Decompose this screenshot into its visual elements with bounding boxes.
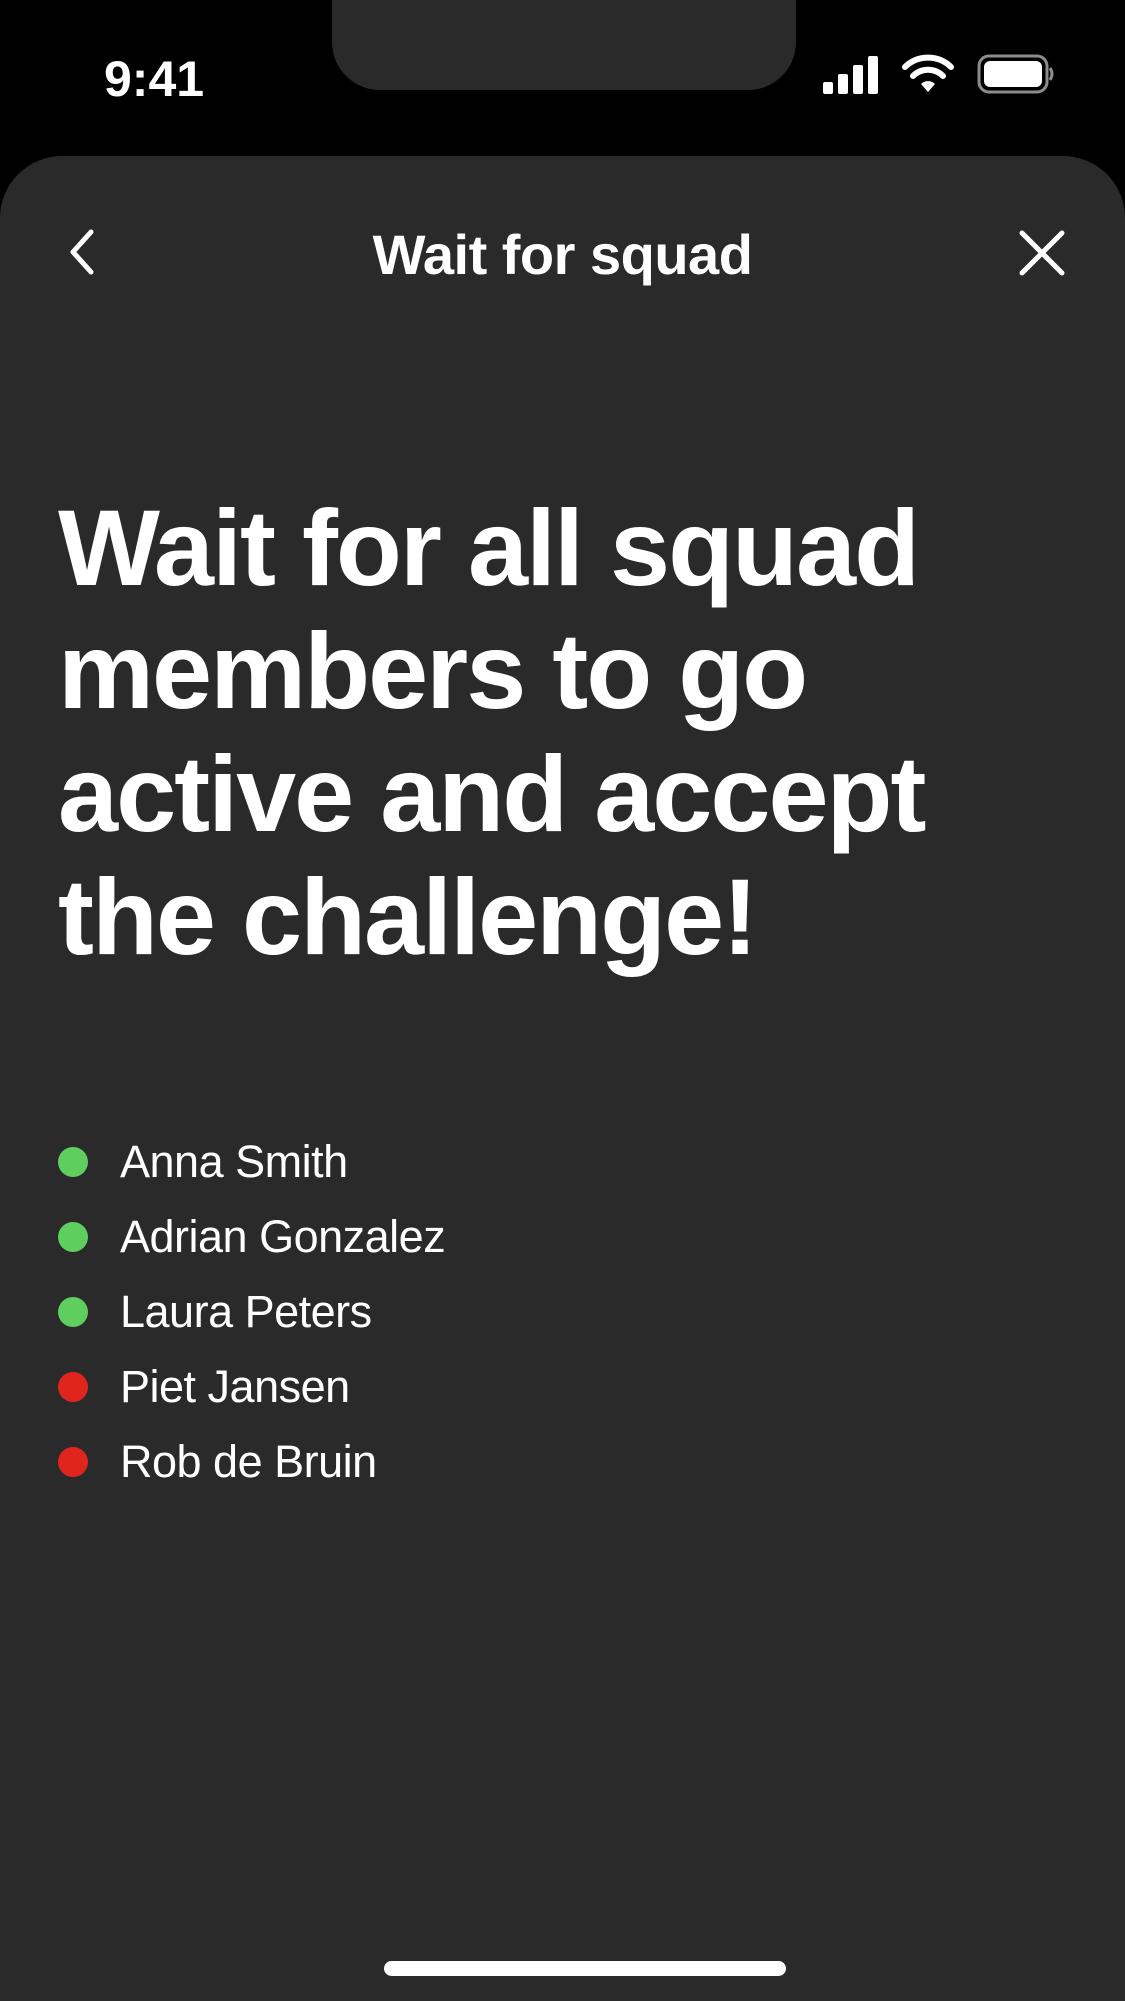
list-item: Anna Smith [58,1124,445,1199]
status-dot-icon [58,1371,88,1402]
member-name: Rob de Bruin [120,1435,377,1487]
cellular-signal-icon [823,54,879,99]
status-bar: 9:41 [0,0,1125,150]
list-item: Laura Peters [58,1274,445,1349]
list-item: Piet Jansen [58,1349,445,1424]
nav-bar: Wait for squad [0,156,1125,356]
device-notch [332,0,796,90]
status-icons [823,54,1055,99]
list-item: Rob de Bruin [58,1424,445,1499]
member-name: Anna Smith [120,1135,348,1187]
list-item: Adrian Gonzalez [58,1199,446,1274]
page-title: Wait for squad [372,223,753,286]
wifi-icon [901,54,955,99]
home-indicator[interactable] [384,1961,786,1976]
status-dot-icon [58,1221,88,1252]
sheet: Wait for squad Wait for all squad member… [0,156,1125,2001]
battery-icon [977,54,1055,99]
member-name: Laura Peters [120,1285,372,1337]
status-dot-icon [58,1446,88,1477]
headline: Wait for all squad members to go active … [58,487,926,977]
status-time: 9:41 [104,51,205,107]
member-name: Piet Jansen [120,1360,350,1412]
status-dot-icon [58,1296,88,1327]
member-list: Anna Smith Adrian Gonzalez Laura Peters Pie… [58,1124,446,1499]
status-dot-icon [58,1146,88,1177]
close-button[interactable] [1015,226,1069,280]
close-icon [1019,230,1065,276]
member-name: Adrian Gonzalez [120,1210,446,1262]
